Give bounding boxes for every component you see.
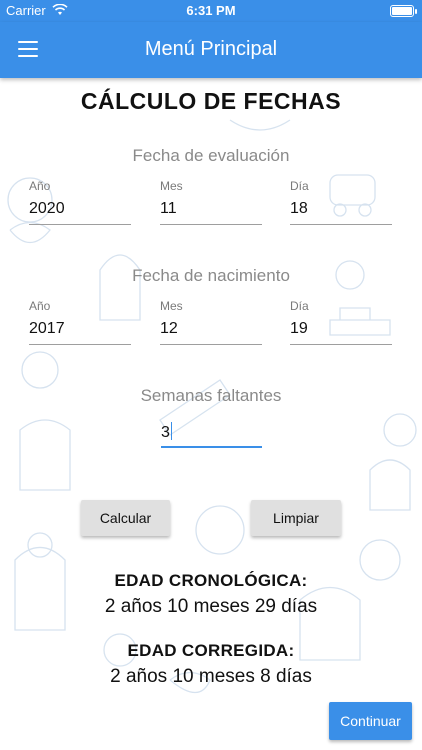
chronological-age-value: 2 años 10 meses 29 días (104, 596, 318, 617)
field-value: 2020 (29, 200, 65, 217)
field-underline (160, 224, 262, 225)
continue-button[interactable]: Continuar (329, 702, 412, 740)
weeks-input[interactable]: 3 (161, 422, 262, 448)
field-value: 19 (290, 320, 308, 337)
evaluation-year-field[interactable]: Año 2020 (29, 179, 131, 225)
calculate-button[interactable]: Calcular (81, 500, 170, 536)
field-value: 2017 (29, 320, 65, 337)
chronological-age-title: EDAD CRONOLÓGICA: (114, 571, 308, 590)
field-underline (29, 224, 131, 225)
field-underline (290, 344, 392, 345)
field-underline (29, 344, 131, 345)
app-bar-title: Menú Principal (144, 38, 278, 60)
corrected-age-title: EDAD CORREGIDA: (127, 641, 295, 660)
field-label: Año (29, 179, 51, 193)
field-label: Mes (160, 299, 183, 313)
field-label: Mes (160, 179, 183, 193)
field-underline-focused (161, 446, 262, 448)
field-label: Día (290, 179, 309, 193)
birth-date-label: Fecha de nacimiento (132, 266, 290, 285)
field-label: Año (29, 299, 51, 313)
page-title: CÁLCULO DE FECHAS (80, 88, 342, 114)
clear-button[interactable]: Limpiar (251, 500, 341, 536)
corrected-age-value: 2 años 10 meses 8 días (110, 666, 312, 687)
battery-icon (390, 5, 417, 17)
birth-year-field[interactable]: Año 2017 (29, 299, 131, 345)
weeks-value: 3 (161, 424, 170, 441)
evaluation-date-label: Fecha de evaluación (132, 146, 290, 165)
text-cursor (170, 422, 172, 440)
app-bar: Menú Principal (0, 22, 422, 78)
main-content: CÁLCULO DE FECHAS Fecha de evaluación Añ… (0, 78, 422, 750)
weeks-label: Semanas faltantes (140, 386, 282, 405)
field-value: 11 (160, 200, 177, 217)
field-value: 12 (160, 320, 178, 337)
status-time: 6:31 PM (186, 3, 236, 18)
birth-month-field[interactable]: Mes 12 (160, 299, 262, 345)
status-bar: Carrier 6:31 PM (0, 0, 422, 22)
evaluation-month-field[interactable]: Mes 11 (160, 179, 262, 225)
field-label: Día (290, 299, 309, 313)
field-underline (290, 224, 392, 225)
field-underline (160, 344, 262, 345)
evaluation-day-field[interactable]: Día 18 (290, 179, 392, 225)
field-value: 18 (290, 200, 308, 217)
birth-day-field[interactable]: Día 19 (290, 299, 392, 345)
